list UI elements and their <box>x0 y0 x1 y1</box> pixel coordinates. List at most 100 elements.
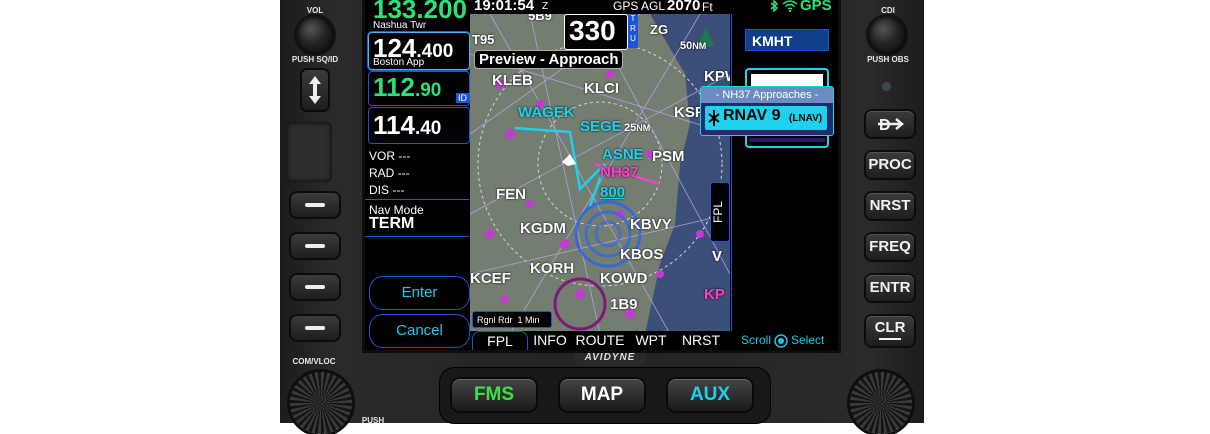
vor-row: VOR --- <box>369 149 410 163</box>
range-inner-unit: NM <box>636 123 651 133</box>
ident-badge: ID <box>456 93 469 103</box>
tab-fpl[interactable]: FPL <box>472 331 528 350</box>
map-label: KCEF <box>470 270 511 287</box>
map-label: ZG <box>650 22 669 37</box>
heading-value: 330 <box>569 15 616 46</box>
swap-arrow-icon <box>309 76 321 104</box>
divider <box>365 236 469 237</box>
weather-age: 1 Min <box>517 315 540 325</box>
tab-nrst[interactable]: NRST <box>675 331 727 350</box>
freq-button[interactable]: FREQ <box>866 234 914 260</box>
nrst-button[interactable]: NRST <box>866 193 914 219</box>
com-active-station: Nashua Twr <box>373 20 427 31</box>
com-standby-box[interactable]: 124.400 Boston App <box>368 32 470 70</box>
tab-route[interactable]: ROUTE <box>573 331 627 350</box>
gps-agl-unit: Ft <box>702 0 713 14</box>
nav-standby-decimal: .40 <box>414 118 442 139</box>
map-label: SEGE <box>580 118 622 135</box>
range-inner-value: 25 <box>624 122 637 134</box>
map-label: KP <box>704 286 725 303</box>
vor-value: --- <box>398 149 411 163</box>
moving-map[interactable]: 5B9 T95 ZG KLEB KLCI KPW WAGEK SEGE KSFM… <box>470 14 730 334</box>
tab-info[interactable]: INFO <box>529 331 571 350</box>
swap-frequency-button[interactable] <box>302 70 328 110</box>
tab-wpt[interactable]: WPT <box>629 331 673 350</box>
enter-softkey[interactable]: Enter <box>369 276 470 310</box>
clr-button[interactable]: CLR <box>866 316 914 346</box>
range-outer-unit: NM <box>692 41 707 51</box>
cancel-softkey[interactable]: Cancel <box>369 314 470 348</box>
cdi-knob[interactable] <box>868 16 906 54</box>
radio-column: 133.200 Nashua Twr 124.400 Boston App 11… <box>365 0 470 350</box>
direct-to-icon: D <box>878 117 904 134</box>
weather-source: Rgnl Rdr <box>477 315 513 325</box>
approaches-popup: - NH37 Approaches - RNAV 9 (LNAV) <box>700 86 834 136</box>
annunciator-light <box>882 82 891 91</box>
divider <box>731 14 732 334</box>
range-ring-label-outer: 50NM <box>680 40 706 52</box>
map-label: 1B9 <box>610 296 638 313</box>
large-right-knob[interactable] <box>850 372 912 434</box>
wifi-icon <box>782 0 798 12</box>
dis-value: --- <box>392 183 405 197</box>
map-label: KLCI <box>584 80 619 97</box>
entry-bar <box>749 138 825 142</box>
map-label: KGDM <box>520 220 566 237</box>
map-label: KBOS <box>620 246 664 263</box>
nav-standby-main: 114 <box>373 110 415 140</box>
heading-box: 330 <box>564 14 628 50</box>
gps-agl-value: 2070 <box>667 0 701 14</box>
fms-button[interactable]: FMS <box>452 379 536 411</box>
vor-label: VOR <box>369 149 396 163</box>
approach-item[interactable]: RNAV 9 (LNAV) <box>705 106 827 130</box>
nav-active-box[interactable]: 112.90 ID <box>368 71 470 106</box>
rad-value: --- <box>397 166 410 180</box>
map-button[interactable]: MAP <box>560 379 644 411</box>
clr-label: CLR <box>874 319 906 336</box>
com-vloc-label: COM/VLOC <box>292 357 336 366</box>
map-label: NH37 <box>600 164 639 181</box>
com-standby-station: Boston App <box>373 57 425 68</box>
nav-standby-box[interactable]: 114.40 <box>368 107 470 144</box>
runway-icon <box>708 110 720 126</box>
push-obs-label: PUSH OBS <box>867 55 909 64</box>
com-vloc-knob[interactable] <box>290 372 352 434</box>
line-select-key-4[interactable] <box>291 316 339 340</box>
proc-button[interactable]: PROC <box>866 152 914 178</box>
vol-label: VOL <box>306 6 324 15</box>
push-label: PUSH <box>361 416 385 425</box>
approach-name: RNAV 9 <box>723 107 781 124</box>
entry-field[interactable] <box>751 74 823 86</box>
fpl-side-tab[interactable]: FPL <box>710 182 730 242</box>
destination-airport[interactable]: KMHT <box>745 29 829 51</box>
dis-row: DIS --- <box>369 183 404 197</box>
aux-button[interactable]: AUX <box>668 379 752 411</box>
cdi-label: CDI <box>881 6 895 15</box>
range-outer-value: 50 <box>680 40 693 52</box>
map-label: PSM <box>652 148 685 165</box>
approach-type: (LNAV) <box>789 113 823 124</box>
status-bar: 19:01:54 Z GPS AGL 2070 Ft GPS <box>470 0 838 14</box>
line-select-key-2[interactable] <box>291 234 339 258</box>
line-select-key-3[interactable] <box>291 275 339 299</box>
line-select-key-1[interactable] <box>291 193 339 217</box>
map-label: KBVY <box>630 216 672 233</box>
photo-sensor-panel <box>286 122 332 182</box>
utc-time: 19:01:54 <box>474 0 535 14</box>
map-label: KOWD <box>600 270 648 287</box>
volume-knob[interactable] <box>296 16 334 54</box>
knob-push-icon <box>774 334 788 348</box>
entr-button[interactable]: ENTR <box>866 275 914 301</box>
rad-label: RAD <box>369 166 395 180</box>
range-ring-label-inner: 25NM <box>624 122 650 134</box>
select-label: Select <box>791 333 825 347</box>
map-label: KPW <box>704 68 730 85</box>
map-label: KORH <box>530 260 575 277</box>
nav-active-decimal: .90 <box>414 80 442 101</box>
map-label: 5B9 <box>528 14 552 23</box>
map-label: V <box>712 248 723 265</box>
preview-approach-label: Preview - Approach <box>474 50 624 69</box>
direct-to-button[interactable]: D <box>866 111 914 137</box>
clr-underline-icon <box>879 338 901 340</box>
nav-mode-value: TERM <box>369 215 415 232</box>
